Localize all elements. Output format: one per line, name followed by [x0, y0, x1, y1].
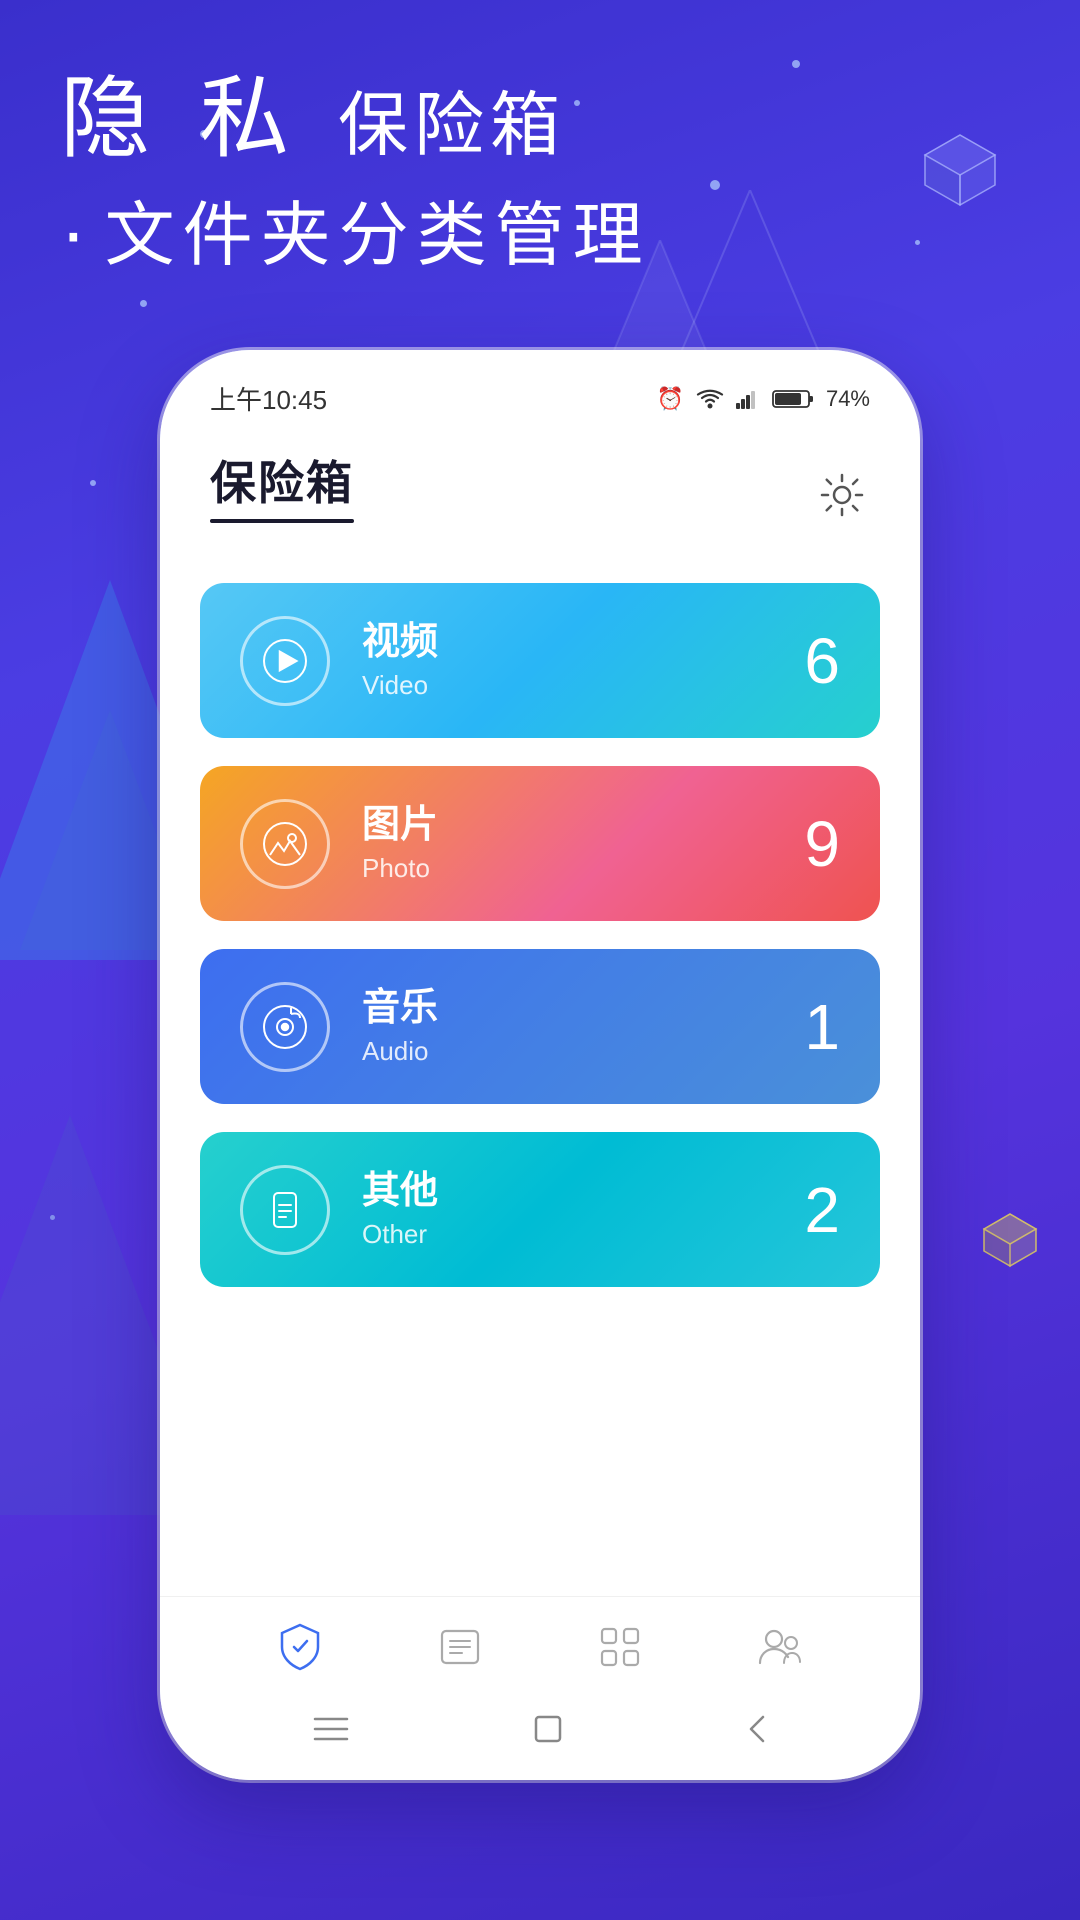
headline-privacy: 隐 私 保险箱 [60, 70, 651, 169]
list-nav-icon [434, 1621, 486, 1673]
card-text-photo: 图片 Photo [362, 803, 438, 884]
wifi-icon [696, 388, 724, 410]
headline-char1: 隐 [60, 69, 162, 169]
star-dot [50, 1215, 55, 1220]
photo-icon-circle [240, 799, 330, 889]
star-dot [140, 300, 147, 307]
audio-count: 1 [804, 990, 840, 1064]
card-text-video: 视频 Video [362, 620, 438, 701]
card-text-other: 其他 Other [362, 1169, 438, 1250]
alarm-icon: ⏰ [657, 386, 684, 412]
system-nav-back[interactable] [745, 1713, 769, 1750]
other-name-cn: 其他 [362, 1169, 438, 1215]
photo-name-en: Photo [362, 853, 438, 884]
video-count: 6 [804, 624, 840, 698]
video-icon-circle [240, 616, 330, 706]
apps-nav-icon [594, 1621, 646, 1673]
star-dot [792, 60, 800, 68]
headline-subtitle: 文件夹分类管理 [60, 179, 651, 280]
audio-icon-circle [240, 982, 330, 1072]
video-name-cn: 视频 [362, 620, 438, 666]
nav-item-list[interactable] [420, 1617, 500, 1677]
cube-decoration-small [980, 1210, 1040, 1270]
category-card-video[interactable]: 视频 Video 6 [200, 583, 880, 738]
app-title-area: 保险箱 [210, 447, 354, 523]
headline-suffix: 保险箱 [338, 86, 566, 164]
header-text-area: 隐 私 保险箱 文件夹分类管理 [60, 70, 651, 280]
audio-music-icon [262, 1004, 308, 1050]
settings-button[interactable] [814, 467, 870, 523]
title-underline [210, 519, 354, 523]
system-nav-menu[interactable] [311, 1715, 351, 1748]
app-title: 保险箱 [210, 447, 354, 513]
photo-mountain-icon [262, 821, 308, 867]
other-count: 2 [804, 1173, 840, 1247]
star-dot [710, 180, 720, 190]
battery-percentage: 74% [826, 386, 870, 412]
cube-decoration [920, 130, 1000, 210]
people-nav-icon [754, 1621, 806, 1673]
audio-name-cn: 音乐 [362, 986, 438, 1032]
shield-nav-icon [274, 1621, 326, 1673]
bottom-nav [160, 1596, 920, 1697]
star-dot [915, 240, 920, 245]
other-icon-circle [240, 1165, 330, 1255]
content-area: 视频 Video 6 图片 Photo [160, 553, 920, 1596]
phone-mockup: 上午10:45 ⏰ [160, 350, 920, 1780]
video-play-icon [262, 638, 308, 684]
category-card-other[interactable]: 其他 Other 2 [200, 1132, 880, 1287]
audio-name-en: Audio [362, 1036, 438, 1067]
other-name-en: Other [362, 1219, 438, 1250]
photo-name-cn: 图片 [362, 803, 438, 849]
category-card-audio[interactable]: 音乐 Audio 1 [200, 949, 880, 1104]
system-nav-home[interactable] [532, 1713, 564, 1750]
status-bar: 上午10:45 ⏰ [160, 350, 920, 427]
signal-icon [736, 389, 760, 409]
photo-count: 9 [804, 807, 840, 881]
card-left-photo: 图片 Photo [240, 799, 438, 889]
star-dot [90, 480, 96, 486]
nav-item-safe[interactable] [260, 1617, 340, 1677]
nav-item-apps[interactable] [580, 1617, 660, 1677]
status-time: 上午10:45 [210, 380, 327, 417]
card-left-audio: 音乐 Audio [240, 982, 438, 1072]
system-nav [160, 1697, 920, 1780]
headline-char2: 私 [199, 69, 301, 169]
card-left-other: 其他 Other [240, 1165, 438, 1255]
other-file-icon [262, 1187, 308, 1233]
battery-icon [772, 389, 814, 409]
category-card-photo[interactable]: 图片 Photo 9 [200, 766, 880, 921]
video-name-en: Video [362, 670, 438, 701]
card-left-video: 视频 Video [240, 616, 438, 706]
card-text-audio: 音乐 Audio [362, 986, 438, 1067]
status-icons: ⏰ 74% [657, 386, 870, 412]
app-header: 保险箱 [160, 427, 920, 553]
nav-item-people[interactable] [740, 1617, 820, 1677]
